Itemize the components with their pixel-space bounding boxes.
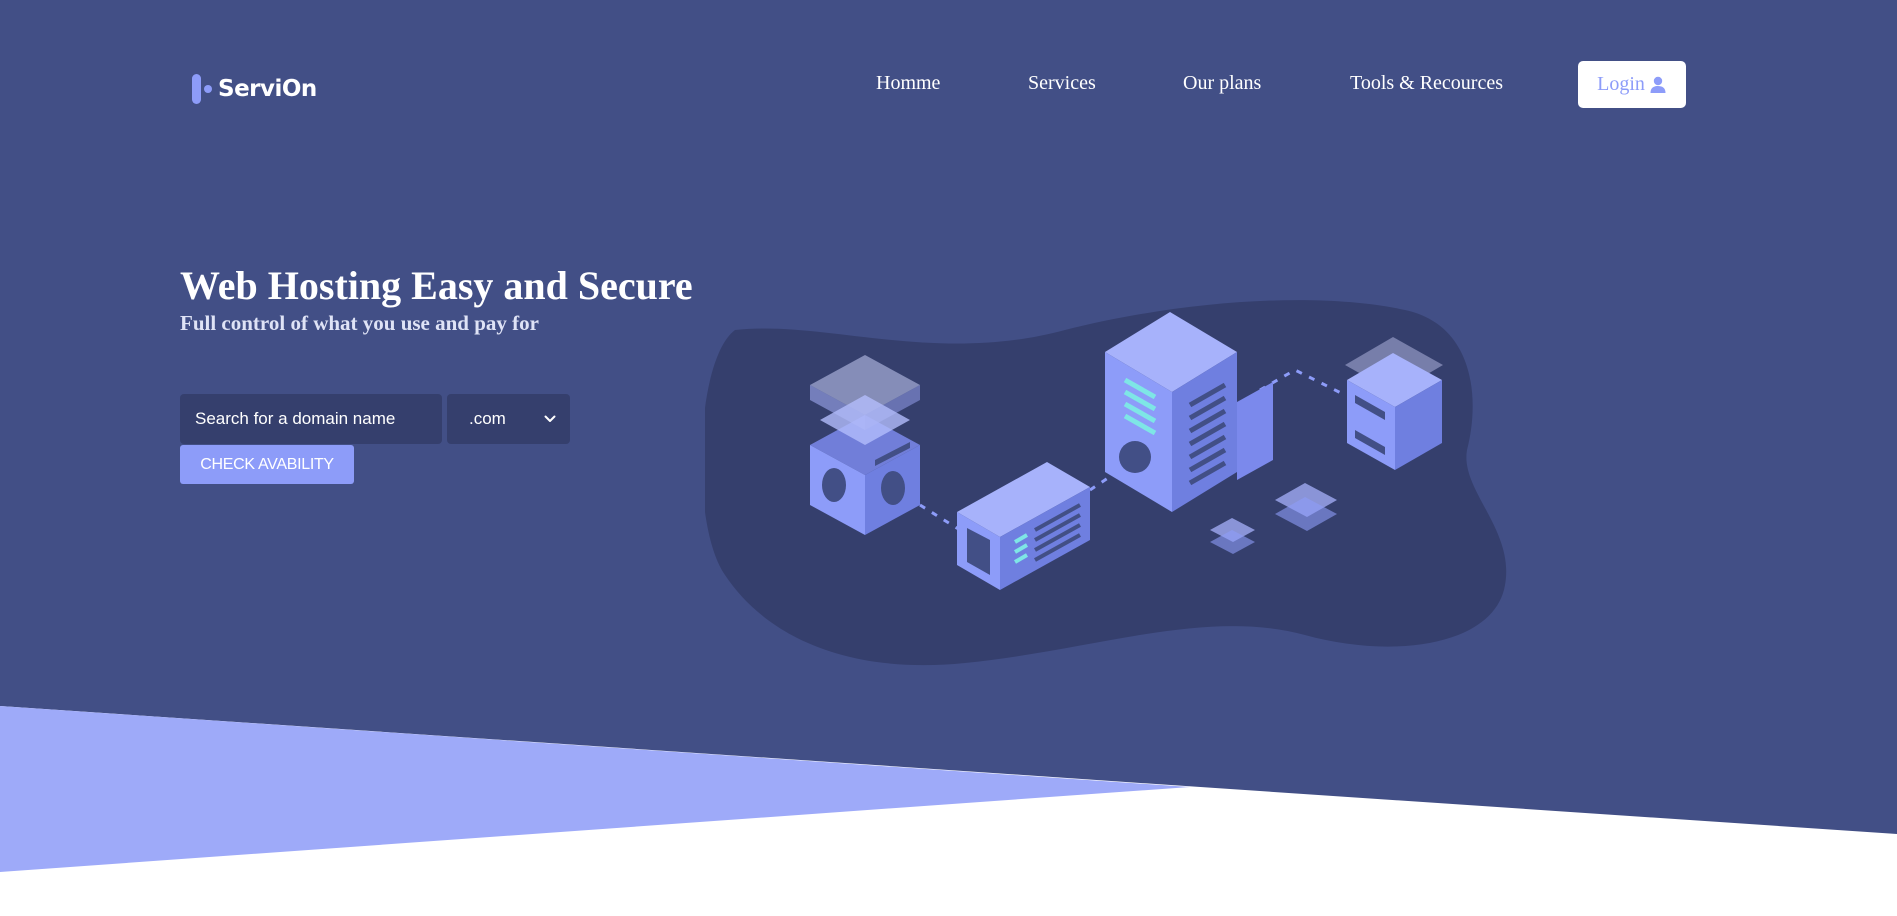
nav-item-services[interactable]: Services: [1028, 72, 1096, 95]
hero-subtitle: Full control of what you use and pay for: [180, 311, 539, 335]
tld-select[interactable]: .com: [447, 394, 570, 444]
login-label: Login: [1597, 73, 1645, 95]
logo-text: ServiOn: [218, 76, 317, 102]
check-availability-button[interactable]: CHECK AVABILITY: [180, 445, 354, 484]
tld-selected-value: .com: [469, 409, 506, 428]
logo-mark-icon: [192, 74, 201, 104]
login-button[interactable]: Login: [1578, 61, 1686, 108]
isometric-servers-illustration: [705, 300, 1507, 666]
nav-item-tools-resources[interactable]: Tools & Recources: [1350, 72, 1503, 95]
server-right: [1345, 337, 1443, 470]
nav-item-home[interactable]: Homme: [876, 72, 940, 95]
user-icon: [1650, 76, 1666, 93]
nav-item-our-plans[interactable]: Our plans: [1183, 72, 1261, 95]
hero-section: ServiOn Homme Services Our plans Tools &…: [0, 0, 1897, 916]
hero-title: Web Hosting Easy and Secure: [180, 263, 693, 308]
logo-dot-icon: [204, 85, 212, 93]
server-left: [810, 355, 920, 535]
logo[interactable]: ServiOn: [192, 74, 317, 104]
chevron-down-icon: [544, 415, 556, 422]
domain-search-input[interactable]: [180, 394, 442, 444]
